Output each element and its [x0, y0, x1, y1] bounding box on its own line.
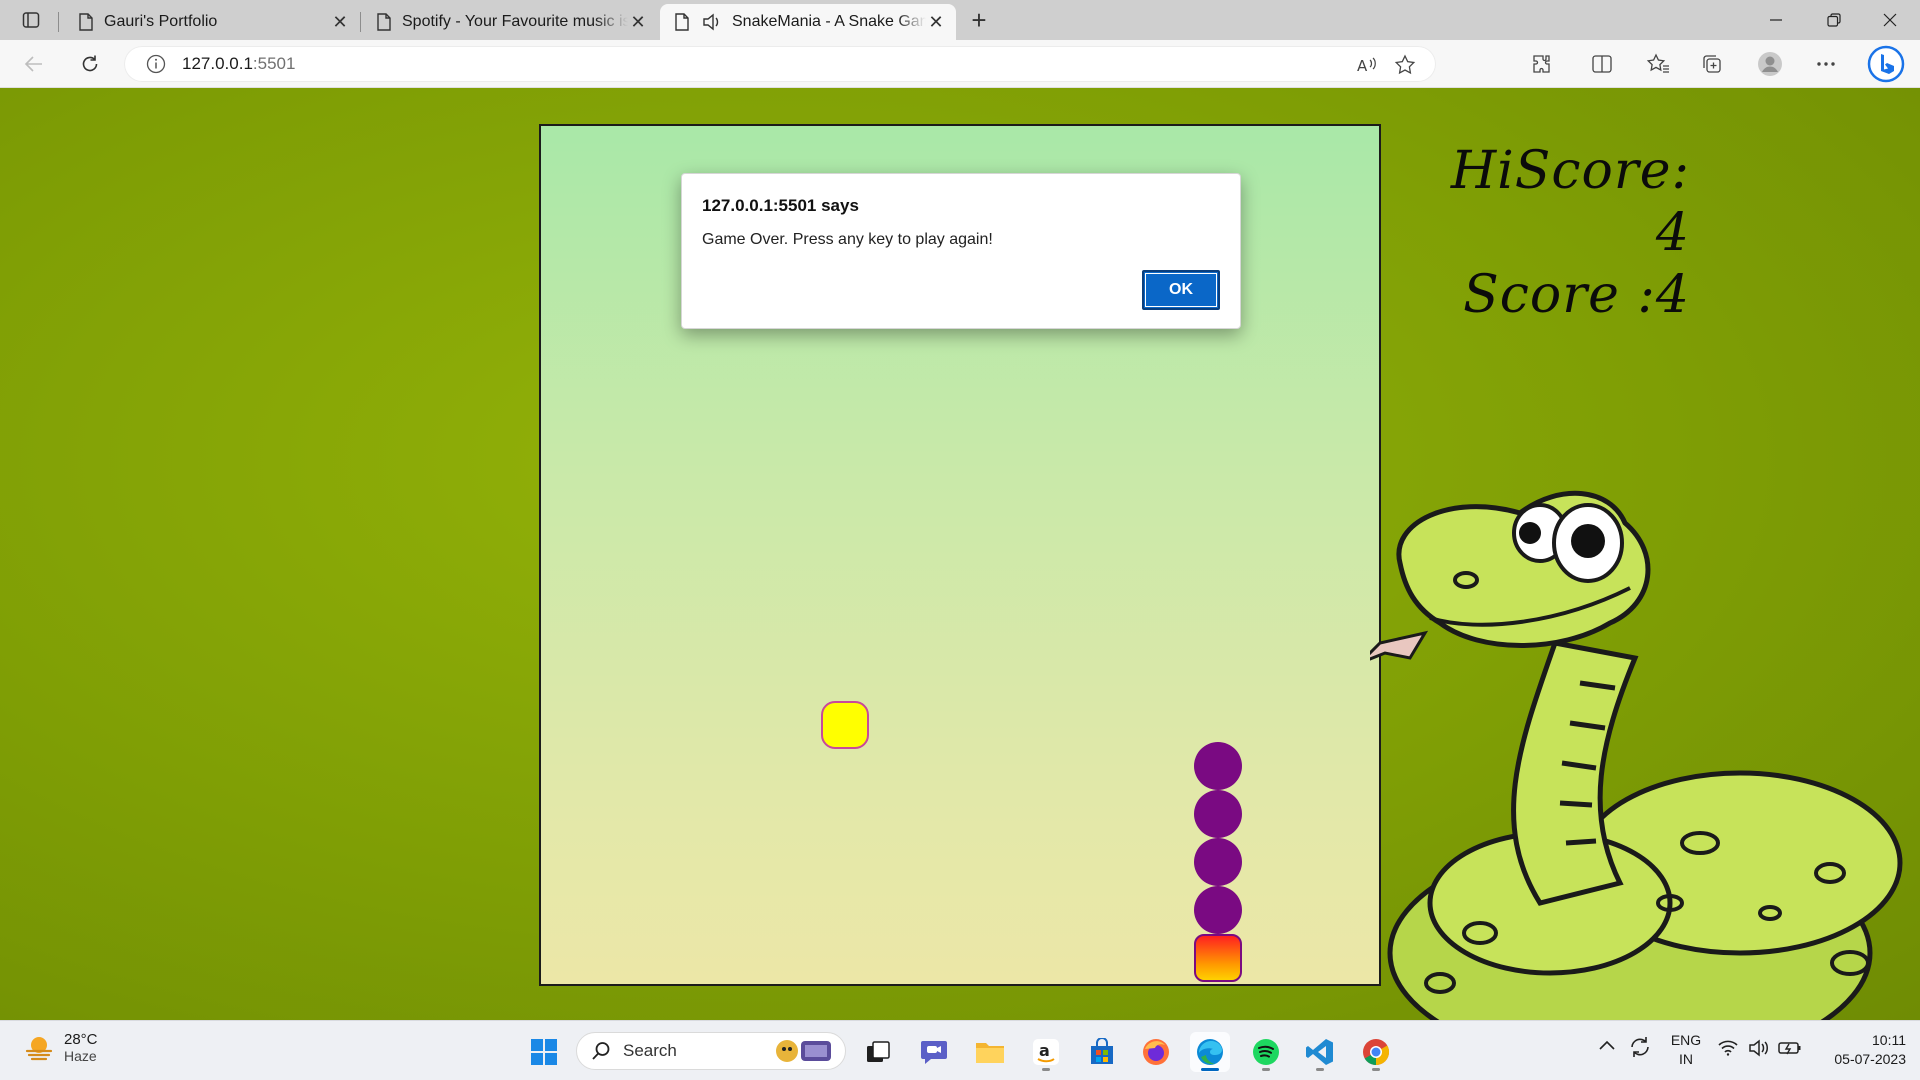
running-indicator [1042, 1068, 1050, 1071]
battery-charging-icon[interactable] [1778, 1040, 1802, 1056]
bing-copilot-icon[interactable] [1866, 44, 1906, 84]
close-tab-icon[interactable]: ✕ [926, 12, 946, 32]
close-tab-icon[interactable]: ✕ [330, 12, 350, 32]
tab-title: SnakeMania - A Snake Game [732, 13, 926, 30]
favorites-icon[interactable] [1640, 48, 1676, 80]
page-icon [675, 13, 689, 31]
tab-spotify[interactable]: Spotify - Your Favourite music is here ✕ [362, 4, 658, 40]
url-host: 127.0.0.1 [182, 54, 253, 73]
spotify-icon[interactable] [1246, 1032, 1286, 1072]
dialog-origin: 127.0.0.1:5501 says [702, 196, 859, 215]
search-highlight-icon [776, 1040, 831, 1062]
profile-avatar[interactable] [1752, 48, 1788, 80]
windows-logo-icon [531, 1039, 557, 1065]
search-label: Search [623, 1041, 677, 1060]
snake-body-segment [1194, 790, 1242, 838]
minimize-button[interactable] [1748, 0, 1804, 40]
read-aloud-icon[interactable]: A [1354, 54, 1380, 76]
clock-date: 05-07-2023 [1834, 1051, 1906, 1067]
tab-title: Gauri's Portfolio [104, 13, 218, 30]
settings-more-icon[interactable] [1808, 48, 1844, 80]
close-tab-icon[interactable]: ✕ [628, 12, 648, 32]
show-hidden-icons-chevron-up-icon[interactable] [1598, 1039, 1616, 1051]
audio-playing-icon[interactable] [702, 13, 722, 31]
snake-food [821, 701, 869, 749]
system-clock[interactable]: 10:11 05-07-2023 [1812, 1031, 1906, 1069]
page-background: HiScore: 4 Score :4 127.0.0.1:5501 says … [0, 88, 1920, 1020]
amazon-icon[interactable]: a [1026, 1032, 1066, 1072]
snake-head [1194, 934, 1242, 982]
favorite-star-icon[interactable] [1392, 54, 1418, 76]
clock-time: 10:11 [1872, 1032, 1906, 1048]
weather-temperature: 28°C [64, 1031, 98, 1048]
language-code: ENG [1670, 1032, 1702, 1048]
region-code: IN [1679, 1051, 1693, 1067]
firefox-icon[interactable] [1136, 1032, 1176, 1072]
url-text: 127.0.0.1:5501 [182, 54, 295, 74]
svg-text:A: A [1357, 57, 1368, 74]
tab-separator [58, 12, 59, 32]
start-button[interactable] [524, 1032, 564, 1072]
extensions-icon[interactable] [1524, 48, 1560, 80]
url-port: :5501 [252, 54, 296, 73]
search-icon [592, 1042, 610, 1060]
wifi-icon[interactable] [1718, 1040, 1738, 1056]
snake-body-segment [1194, 742, 1242, 790]
tab-separator [360, 12, 361, 32]
running-indicator [1201, 1068, 1219, 1071]
address-bar[interactable]: 127.0.0.1:5501 A [124, 46, 1436, 82]
new-tab-button[interactable]: + [964, 5, 994, 35]
vscode-icon[interactable] [1300, 1032, 1340, 1072]
sync-icon[interactable] [1628, 1035, 1652, 1059]
tab-snakemania[interactable]: SnakeMania - A Snake Game ✕ [660, 4, 956, 40]
microsoft-store-icon[interactable] [1082, 1032, 1122, 1072]
file-explorer-icon[interactable] [970, 1032, 1010, 1072]
snake-body-segment [1194, 886, 1242, 934]
tab-actions-icon[interactable] [14, 8, 48, 32]
tab-title: Spotify - Your Favourite music is here [402, 13, 628, 30]
refresh-button[interactable] [72, 48, 108, 80]
svg-text:a: a [1039, 1041, 1050, 1060]
tab-gauris-portfolio[interactable]: Gauri's Portfolio ✕ [64, 4, 360, 40]
haze-weather-icon [25, 1036, 53, 1060]
back-button[interactable] [16, 48, 52, 80]
collections-icon[interactable] [1694, 48, 1730, 80]
page-icon [79, 13, 93, 31]
site-info-icon[interactable] [146, 54, 166, 74]
alert-dialog: 127.0.0.1:5501 says Game Over. Press any… [681, 173, 1241, 329]
hiscore-label: HiScore: 4 [1450, 141, 1690, 263]
volume-icon[interactable] [1748, 1039, 1770, 1057]
windows-taskbar: 28°C Haze Search a ENG IN 10:11 05-07-20… [0, 1020, 1920, 1080]
weather-condition: Haze [64, 1048, 97, 1064]
close-window-button[interactable] [1862, 0, 1918, 40]
ok-button[interactable]: OK [1142, 270, 1220, 310]
scoreboard: HiScore: 4 Score :4 [1440, 140, 1690, 326]
task-view-icon[interactable] [858, 1032, 898, 1072]
weather-widget[interactable]: 28°C Haze [24, 1031, 98, 1064]
running-indicator [1372, 1068, 1380, 1071]
edge-browser-icon[interactable] [1190, 1032, 1230, 1072]
split-screen-icon[interactable] [1584, 48, 1620, 80]
dialog-message: Game Over. Press any key to play again! [702, 231, 993, 248]
chrome-icon[interactable] [1356, 1032, 1396, 1072]
tab-strip: Gauri's Portfolio ✕ Spotify - Your Favou… [0, 0, 1920, 40]
restore-button[interactable] [1806, 0, 1862, 40]
snake-mascot-illustration [1370, 490, 1903, 1020]
running-indicator [1316, 1068, 1324, 1071]
teams-chat-icon[interactable] [914, 1032, 954, 1072]
browser-toolbar: 127.0.0.1:5501 A [0, 40, 1920, 88]
language-indicator[interactable]: ENG IN [1668, 1031, 1704, 1069]
taskbar-search[interactable]: Search [576, 1032, 846, 1070]
snake-body-segment [1194, 838, 1242, 886]
page-icon [377, 13, 391, 31]
score-label: Score :4 [1463, 265, 1690, 325]
running-indicator [1262, 1068, 1270, 1071]
